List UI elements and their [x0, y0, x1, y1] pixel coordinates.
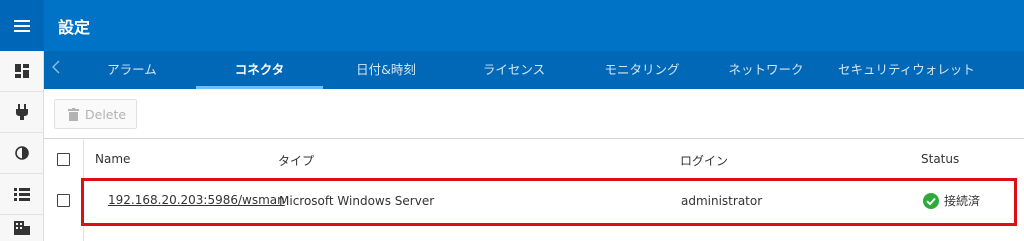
tab-monitoring[interactable]: モニタリング	[604, 51, 680, 89]
tabs-prev-button[interactable]	[52, 60, 60, 78]
dashboard-icon	[15, 64, 29, 78]
column-header-status[interactable]: Status	[921, 152, 959, 166]
toolbar: Delete	[44, 89, 1024, 139]
trash-icon	[68, 107, 79, 121]
connector-type: Microsoft Windows Server	[279, 194, 435, 208]
column-header-type[interactable]: タイプ	[278, 152, 314, 169]
left-sidebar	[0, 0, 44, 241]
tab-license[interactable]: ライセンス	[480, 51, 548, 89]
page-title: 設定	[58, 18, 91, 37]
check-circle-icon	[923, 192, 939, 209]
settings-window: 設定 アラーム コネクタ 日付&時刻 ライセンス モニタリング ネットワーク セ…	[0, 0, 1024, 241]
connector-name-link[interactable]: 192.168.20.203:5986/wsman	[108, 193, 285, 207]
plug-icon	[16, 104, 28, 120]
delete-button-label: Delete	[85, 106, 127, 122]
building-icon	[14, 221, 30, 235]
tab-datetime[interactable]: 日付&時刻	[356, 51, 416, 89]
sidebar-item-list[interactable]	[0, 174, 44, 215]
sidebar-item-building[interactable]	[0, 215, 44, 235]
contrast-icon	[15, 146, 29, 160]
column-header-name[interactable]: Name	[95, 152, 130, 166]
connector-login: administrator	[681, 194, 763, 208]
column-header-login[interactable]: ログイン	[680, 152, 728, 169]
sidebar-item-dashboard[interactable]	[0, 51, 44, 92]
settings-tabs: アラーム コネクタ 日付&時刻 ライセンス モニタリング ネットワーク セキュリ…	[44, 51, 1024, 89]
list-icon	[14, 187, 30, 201]
status-badge: 接続済	[923, 192, 980, 209]
status-text: 接続済	[944, 194, 981, 208]
app-header: 設定	[44, 0, 1024, 51]
row-checkbox[interactable]	[57, 194, 70, 207]
tab-security-wallet[interactable]: セキュリティウォレット	[838, 51, 975, 89]
delete-button[interactable]: Delete	[54, 99, 137, 129]
tab-alarm[interactable]: アラーム	[106, 51, 158, 89]
select-all-checkbox[interactable]	[57, 153, 70, 166]
menu-icon	[14, 19, 30, 32]
tab-network[interactable]: ネットワーク	[728, 51, 804, 89]
tab-connector[interactable]: コネクタ	[196, 51, 323, 89]
sidebar-item-theme[interactable]	[0, 133, 44, 174]
sidebar-item-connectors[interactable]	[0, 92, 44, 133]
chevron-left-icon	[52, 60, 60, 74]
connector-table: Name タイプ ログイン Status 192.168.20.203:5986…	[44, 139, 1024, 241]
menu-button[interactable]	[0, 0, 44, 51]
